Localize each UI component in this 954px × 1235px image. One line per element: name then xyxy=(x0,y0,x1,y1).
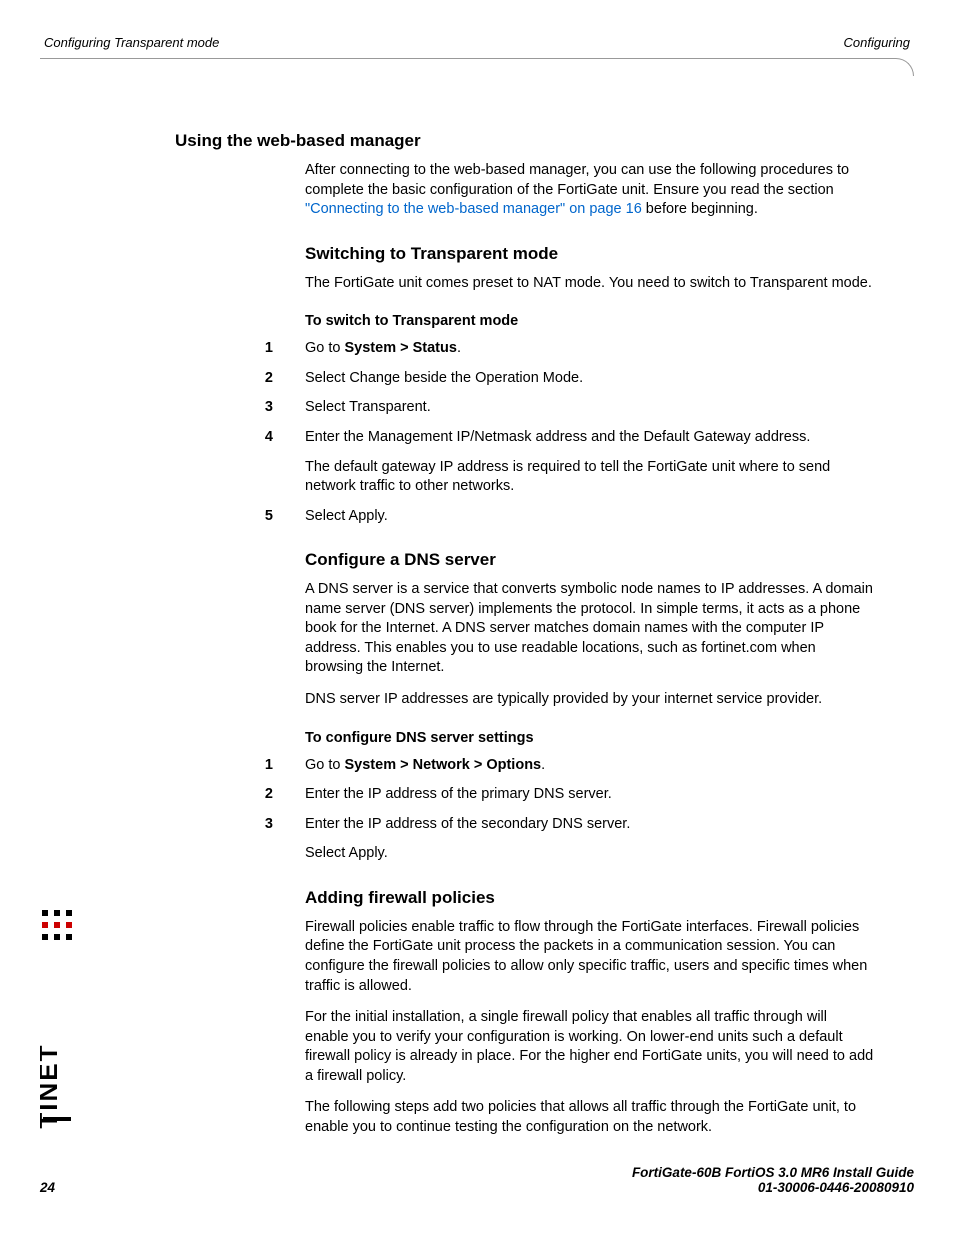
step-text: Select Change beside the Operation Mode. xyxy=(305,369,874,389)
text: Go to xyxy=(305,757,345,773)
header-rule xyxy=(40,58,914,76)
step-text: Select Transparent. xyxy=(305,398,874,418)
note-text: Select Apply. xyxy=(305,844,874,864)
paragraph: A DNS server is a service that converts … xyxy=(305,580,874,678)
text: After connecting to the web-based manage… xyxy=(305,162,849,198)
paragraph: Firewall policies enable traffic to flow… xyxy=(305,918,874,996)
heading-switching-transparent: Switching to Transparent mode xyxy=(305,244,874,264)
step-number: 1 xyxy=(175,756,305,776)
step-number: 1 xyxy=(175,339,305,359)
step-text: Go to System > Status. xyxy=(305,339,874,359)
heading-firewall-policies: Adding firewall policies xyxy=(305,888,874,908)
paragraph: DNS server IP addresses are typically pr… xyxy=(305,690,874,710)
menu-path: System > Network > Options xyxy=(345,757,542,773)
header-right: Configuring xyxy=(844,35,911,50)
menu-path: System > Status xyxy=(345,340,457,356)
step-number: 2 xyxy=(175,369,305,389)
text: . xyxy=(457,340,461,356)
step-number: 4 xyxy=(175,428,305,497)
heading-configure-dns: Configure a DNS server xyxy=(305,550,874,570)
step-number: 2 xyxy=(175,785,305,805)
footer-docid: 01-30006-0446-20080910 xyxy=(632,1180,914,1195)
step-text: Enter the Management IP/Netmask address … xyxy=(305,428,874,497)
text: Go to xyxy=(305,340,345,356)
header-left: Configuring Transparent mode xyxy=(44,35,219,50)
footer-title: FortiGate-60B FortiOS 3.0 MR6 Install Gu… xyxy=(632,1165,914,1180)
step-text: Select Apply. xyxy=(305,507,874,527)
text: . xyxy=(541,757,545,773)
text: before beginning. xyxy=(642,201,758,217)
fortinet-logo-icon: F RTINET xyxy=(40,910,74,1130)
page-number: 24 xyxy=(40,1180,55,1195)
paragraph: After connecting to the web-based manage… xyxy=(305,161,874,220)
step-text: Go to System > Network > Options. xyxy=(305,756,874,776)
paragraph: The FortiGate unit comes preset to NAT m… xyxy=(305,274,874,294)
text: Enter the Management IP/Netmask address … xyxy=(305,428,874,448)
link-connecting[interactable]: "Connecting to the web-based manager" on… xyxy=(305,201,642,217)
procedure-title: To configure DNS server settings xyxy=(305,730,874,746)
heading-using-web-manager: Using the web-based manager xyxy=(175,131,874,151)
paragraph: The following steps add two policies tha… xyxy=(305,1098,874,1137)
text: Enter the IP address of the secondary DN… xyxy=(305,815,874,835)
step-number: 3 xyxy=(175,398,305,418)
step-text: Enter the IP address of the primary DNS … xyxy=(305,785,874,805)
procedure-title: To switch to Transparent mode xyxy=(305,313,874,329)
note-text: The default gateway IP address is requir… xyxy=(305,458,874,497)
step-text: Enter the IP address of the secondary DN… xyxy=(305,815,874,864)
paragraph: For the initial installation, a single f… xyxy=(305,1008,874,1086)
step-number: 5 xyxy=(175,507,305,527)
step-number: 3 xyxy=(175,815,305,864)
